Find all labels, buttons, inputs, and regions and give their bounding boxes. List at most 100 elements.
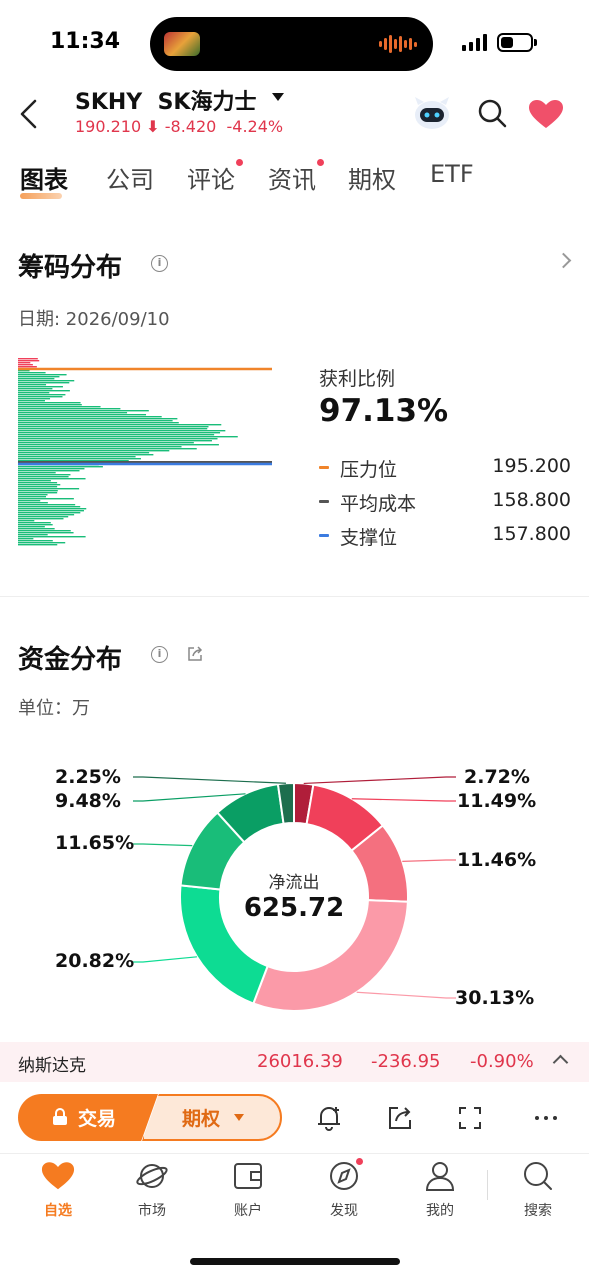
stock-title[interactable]: SKHY SK海力士	[75, 84, 256, 116]
nav-account[interactable]: 账户	[213, 1160, 283, 1219]
share-icon[interactable]	[187, 646, 203, 662]
chevron-right-icon[interactable]	[555, 252, 572, 269]
nav-label: 搜索	[524, 1203, 552, 1219]
support-swatch	[319, 534, 329, 537]
back-arrow-icon[interactable]	[18, 98, 40, 130]
chip-bar	[18, 406, 101, 408]
segment-label-4: 30.13%	[455, 987, 535, 1009]
leader-line	[133, 843, 193, 847]
chip-bar	[18, 534, 48, 536]
chip-bar	[18, 378, 55, 380]
segment-label-7: 9.48%	[55, 790, 121, 812]
chip-bar	[18, 408, 121, 410]
chip-bar	[18, 366, 37, 368]
down-arrow-icon: ⬇	[146, 117, 160, 136]
chip-bar	[18, 510, 84, 512]
battery-icon	[497, 33, 533, 52]
chip-bar	[18, 420, 173, 422]
home-indicator	[190, 1258, 400, 1265]
nav-watchlist[interactable]: 自选	[23, 1160, 93, 1219]
favorite-heart-icon[interactable]	[528, 99, 564, 129]
fullscreen-icon[interactable]	[456, 1104, 484, 1132]
bottom-nav-border	[0, 1153, 589, 1154]
chip-bar	[18, 526, 45, 528]
avg-cost-value: 158.800	[492, 489, 571, 511]
segment-label-6: 11.65%	[55, 832, 135, 854]
chip-bar	[18, 394, 66, 396]
tab-news[interactable]: 资讯	[268, 160, 316, 195]
status-time: 11:34	[50, 29, 121, 54]
chip-bar	[18, 404, 82, 406]
leader-line	[402, 859, 456, 862]
search-icon[interactable]	[476, 97, 508, 129]
profit-ratio-value: 97.13%	[319, 393, 449, 429]
chip-bar	[18, 456, 136, 458]
chip-bar	[18, 502, 48, 504]
chip-bar	[18, 412, 128, 414]
chip-bar	[18, 478, 86, 480]
chip-bar	[18, 426, 209, 428]
chip-bar	[18, 390, 70, 392]
chip-bar	[18, 442, 194, 444]
leader-line	[133, 793, 246, 802]
tab-etf[interactable]: ETF	[430, 160, 474, 188]
tab-company[interactable]: 公司	[106, 160, 154, 195]
chip-bar	[18, 506, 81, 508]
nav-label: 自选	[44, 1203, 72, 1219]
robot-assistant-icon[interactable]	[412, 95, 452, 131]
pressure-level-row: 压力位 195.200	[319, 455, 571, 481]
donut-center-value: 625.72	[243, 893, 345, 923]
index-change-pct: -0.90%	[470, 1051, 534, 1072]
chip-bar	[18, 400, 46, 402]
more-icon[interactable]	[532, 1104, 560, 1132]
nav-profile[interactable]: 我的	[405, 1160, 475, 1219]
chip-bar	[18, 490, 58, 492]
chips-date: 日期: 2026/09/10	[18, 309, 170, 330]
nav-label: 市场	[138, 1203, 166, 1219]
chip-bar	[18, 508, 87, 510]
chip-bar	[18, 440, 212, 442]
chip-bar	[18, 392, 50, 394]
nav-search[interactable]: 搜索	[503, 1160, 573, 1219]
info-icon[interactable]: i	[151, 255, 168, 272]
person-icon	[425, 1162, 455, 1191]
chip-bar	[18, 428, 208, 430]
tab-chart[interactable]: 图表	[20, 160, 68, 195]
chip-bar	[18, 398, 51, 400]
chip-distribution-chart	[18, 358, 272, 546]
chip-bar	[18, 524, 53, 526]
chip-bar	[18, 530, 71, 532]
index-price: 26016.39	[257, 1051, 343, 1072]
chip-bar	[18, 488, 80, 490]
segment-label-2: 11.49%	[457, 790, 537, 812]
caret-down-icon[interactable]	[272, 93, 284, 101]
stock-ticker: SKHY	[75, 90, 143, 115]
nav-discover[interactable]: 发现	[309, 1158, 379, 1219]
chip-bar	[18, 486, 58, 488]
chip-bar	[18, 448, 197, 450]
chip-bar	[18, 500, 41, 502]
tab-comments[interactable]: 评论	[187, 160, 235, 195]
chip-bar	[18, 374, 67, 376]
leader-line	[356, 991, 456, 999]
stock-quote: 190.210 ⬇ -8.420 -4.24%	[75, 117, 283, 136]
chip-bar	[18, 542, 66, 544]
bell-plus-icon[interactable]	[315, 1104, 343, 1132]
chip-bar	[18, 446, 182, 448]
share-icon[interactable]	[386, 1104, 414, 1132]
segment-label-1: 2.72%	[464, 766, 530, 788]
chip-bar	[18, 466, 103, 468]
chip-bar	[18, 454, 154, 456]
section-divider	[0, 596, 589, 597]
funds-section-title: 资金分布	[18, 645, 123, 675]
leader-line	[351, 798, 456, 802]
chip-bar	[18, 512, 81, 514]
tab-options[interactable]: 期权	[348, 160, 396, 195]
chip-bar	[18, 432, 221, 434]
nav-market[interactable]: 市场	[117, 1160, 187, 1219]
pressure-value: 195.200	[492, 455, 571, 477]
chips-section-title: 筹码分布	[18, 253, 123, 283]
chip-bar	[18, 470, 80, 472]
support-value: 157.800	[492, 523, 571, 545]
info-icon[interactable]: i	[151, 646, 168, 663]
